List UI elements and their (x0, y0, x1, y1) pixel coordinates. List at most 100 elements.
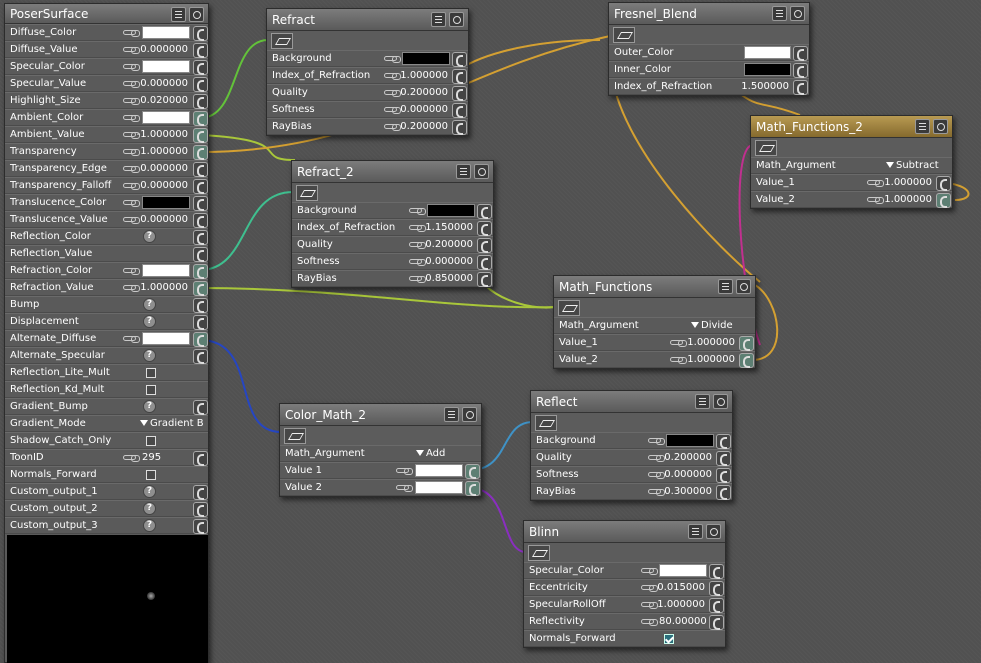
help-icon[interactable]: ? (143, 349, 156, 362)
param-value[interactable]: 1.000000 (884, 192, 932, 207)
param-value-2[interactable]: Value_2 1.000000 (554, 351, 755, 368)
plug-icon[interactable] (739, 336, 754, 351)
dropdown-arrow-icon[interactable]: Divide (691, 318, 733, 333)
refract-2-header[interactable]: Refract_2 (292, 161, 493, 183)
plug-icon[interactable] (193, 196, 208, 211)
dropdown-arrow-icon[interactable]: Gradient B (140, 416, 204, 431)
param-value[interactable]: 0.000000 (425, 254, 473, 269)
poser-surface-node[interactable]: PoserSurface Diffuse_Color Diffuse_Value… (4, 3, 209, 663)
param-math-argument[interactable]: Math_Argument Divide (554, 317, 755, 334)
fresnel-blend-header[interactable]: Fresnel_Blend (609, 3, 809, 25)
node-preview-toggle-icon[interactable] (736, 279, 751, 294)
plug-icon[interactable] (452, 52, 467, 67)
plug-icon[interactable] (193, 213, 208, 228)
param-inner-color[interactable]: Inner_Color (609, 61, 809, 78)
param-eccentricity[interactable]: Eccentricity 0.015000 (524, 579, 725, 596)
plug-icon[interactable] (452, 69, 467, 84)
refract-node[interactable]: Refract Background Index_of_Refraction 1.… (266, 8, 469, 136)
color-swatch[interactable] (744, 46, 791, 59)
link-icon[interactable] (123, 200, 140, 207)
help-icon[interactable]: ? (143, 298, 156, 311)
node-preview-toggle-icon[interactable] (474, 164, 489, 179)
poser-surface-header[interactable]: PoserSurface (5, 4, 208, 24)
plug-icon[interactable] (793, 80, 808, 95)
param-reflection-color[interactable]: Reflection_Color? (5, 228, 208, 245)
param-transparency-edge[interactable]: Transparency_Edge 0.000000 (5, 160, 208, 177)
param-background[interactable]: Background (267, 50, 468, 67)
plug-icon[interactable] (452, 86, 467, 101)
param-diffuse-value[interactable]: Diffuse_Value 0.000000 (5, 41, 208, 58)
param-normals-forward[interactable]: Normals_Forward (5, 466, 208, 483)
param-bump[interactable]: Bump? (5, 296, 208, 313)
plug-icon[interactable] (793, 63, 808, 78)
fresnel-blend-node[interactable]: Fresnel_Blend Outer_Color Inner_Color In… (608, 2, 810, 96)
link-icon[interactable] (384, 107, 401, 114)
param-gradient-bump[interactable]: Gradient_Bump? (5, 398, 208, 415)
plug-icon[interactable] (193, 230, 208, 245)
plug-icon[interactable] (477, 272, 492, 287)
param-value[interactable]: 1.000000 (687, 335, 735, 350)
link-icon[interactable] (641, 619, 658, 626)
param-value[interactable]: 0.000000 (140, 178, 188, 193)
param-raybias[interactable]: RayBias 0.850000 (292, 270, 493, 287)
param-custom-output-1[interactable]: Custom_output_1? (5, 483, 208, 500)
param-math-argument[interactable]: Math_Argument Subtract (751, 157, 952, 174)
param-toonid[interactable]: ToonID 295 (5, 449, 208, 466)
help-icon[interactable]: ? (143, 519, 156, 532)
plug-icon[interactable] (452, 103, 467, 118)
plug-icon[interactable] (193, 128, 208, 143)
plug-icon[interactable] (452, 120, 467, 135)
plug-icon[interactable] (193, 349, 208, 364)
color-swatch[interactable] (142, 26, 190, 39)
color-swatch[interactable] (142, 264, 190, 277)
plug-icon[interactable] (739, 353, 754, 368)
link-icon[interactable] (123, 149, 140, 156)
link-icon[interactable] (384, 73, 401, 80)
node-preview-icon[interactable] (284, 428, 306, 444)
param-value[interactable]: 295 (142, 450, 161, 465)
param-specular-color[interactable]: Specular_Color (524, 562, 725, 579)
link-icon[interactable] (123, 132, 140, 139)
param-custom-output-2[interactable]: Custom_output_2? (5, 500, 208, 517)
math-functions-2-node[interactable]: Math_Functions_2 Math_Argument Subtract V… (750, 115, 953, 209)
plug-icon[interactable] (193, 162, 208, 177)
plug-icon[interactable] (193, 315, 208, 330)
color-swatch[interactable] (142, 332, 190, 345)
param-custom-output-3[interactable]: Custom_output_3? (5, 517, 208, 534)
math-functions-node[interactable]: Math_Functions Math_Argument Divide Value… (553, 275, 756, 369)
param-specular-rolloff[interactable]: SpecularRollOff 1.000000 (524, 596, 725, 613)
plug-icon[interactable] (193, 145, 208, 160)
color-swatch[interactable] (415, 464, 463, 477)
param-value[interactable]: 0.200000 (400, 85, 448, 100)
link-icon[interactable] (123, 217, 140, 224)
plug-icon[interactable] (193, 519, 208, 534)
plug-icon[interactable] (193, 60, 208, 75)
link-icon[interactable] (123, 98, 140, 105)
param-value[interactable]: 0.000000 (140, 212, 188, 227)
param-value[interactable]: 1.000000 (884, 175, 932, 190)
link-icon[interactable] (384, 124, 401, 131)
link-icon[interactable] (123, 81, 140, 88)
param-value[interactable]: 1.000000 (687, 352, 735, 367)
plug-icon[interactable] (193, 485, 208, 500)
param-softness[interactable]: Softness 0.000000 (292, 253, 493, 270)
param-outer-color[interactable]: Outer_Color (609, 44, 809, 61)
help-icon[interactable]: ? (143, 400, 156, 413)
node-preview-icon[interactable] (271, 33, 293, 49)
param-raybias[interactable]: RayBias 0.300000 (531, 483, 732, 500)
param-normals-forward[interactable]: Normals_Forward (524, 630, 725, 647)
param-value-1[interactable]: Value_1 1.000000 (751, 174, 952, 191)
param-value[interactable]: 0.000000 (140, 161, 188, 176)
param-value[interactable]: 0.015000 (657, 580, 705, 595)
plug-icon[interactable] (716, 451, 731, 466)
param-reflectivity[interactable]: Reflectivity 80.000000 (524, 613, 725, 630)
link-icon[interactable] (123, 336, 140, 343)
node-menu-icon[interactable] (688, 524, 703, 539)
node-menu-icon[interactable] (718, 279, 733, 294)
color-swatch[interactable] (659, 564, 707, 577)
link-icon[interactable] (123, 183, 140, 190)
link-icon[interactable] (641, 602, 658, 609)
dropdown-arrow-icon[interactable]: Subtract (886, 158, 939, 173)
help-icon[interactable]: ? (143, 485, 156, 498)
plug-icon[interactable] (716, 485, 731, 500)
